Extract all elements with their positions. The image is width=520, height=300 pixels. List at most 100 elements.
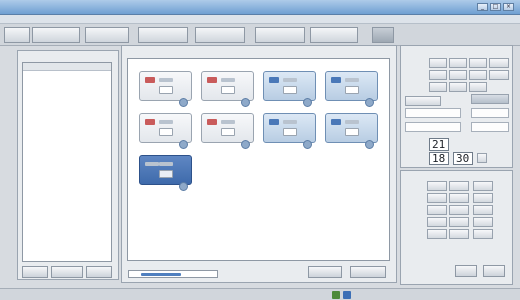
list-header-col-2: [26, 63, 29, 70]
setting-field[interactable]: [471, 122, 509, 132]
maximize-button[interactable]: □: [490, 3, 501, 11]
temperature-value[interactable]: 21: [429, 138, 449, 151]
mode-icon: [159, 78, 173, 82]
fan-icon: [365, 140, 374, 149]
toolbar-button-2[interactable]: [32, 27, 80, 43]
option-button[interactable]: [449, 205, 469, 215]
option-button[interactable]: [427, 181, 447, 191]
toolbar-button-7[interactable]: [310, 27, 358, 43]
setting-field[interactable]: [471, 108, 509, 118]
device-list[interactable]: [22, 62, 112, 262]
unit-reading: [159, 170, 173, 178]
mode-icon: [345, 78, 359, 82]
unit-reading: [221, 128, 235, 136]
option-button[interactable]: [427, 205, 447, 215]
toolbar-button-4[interactable]: [138, 27, 188, 43]
unit-tile[interactable]: [325, 71, 378, 111]
power-indicator-icon: [207, 119, 217, 125]
unit-reading: [159, 86, 173, 94]
option-button[interactable]: [449, 181, 469, 191]
toolbar-toggle-button[interactable]: [372, 27, 394, 43]
mode-icon: [159, 162, 173, 166]
option-button[interactable]: [449, 82, 467, 92]
unit-reading: [221, 86, 235, 94]
option-button[interactable]: [429, 58, 447, 68]
option-button[interactable]: [405, 96, 441, 106]
toolbar-button-6[interactable]: [255, 27, 305, 43]
unit-grid: [127, 58, 390, 261]
window-controls: _ □ ×: [477, 3, 514, 11]
toolbar-button-5[interactable]: [195, 27, 245, 43]
unit-reading: [345, 86, 359, 94]
left-panel-button-2[interactable]: [51, 266, 83, 278]
time-minute-field[interactable]: 30: [453, 152, 473, 165]
control-panel: 21 18 30: [400, 45, 513, 168]
power-indicator-icon: [331, 77, 341, 83]
list-item[interactable]: [23, 71, 111, 78]
option-button[interactable]: [473, 181, 493, 191]
unit-tile-selected[interactable]: [139, 155, 192, 195]
setting-field[interactable]: [405, 108, 461, 118]
unit-tile[interactable]: [201, 113, 254, 153]
option-button[interactable]: [469, 58, 487, 68]
fan-icon: [179, 182, 188, 191]
center-panel-button-2[interactable]: [350, 266, 386, 278]
status-bar: [0, 288, 520, 300]
power-indicator-icon: [207, 77, 217, 83]
title-bar: _ □ ×: [0, 0, 520, 15]
minimize-button[interactable]: _: [477, 3, 488, 11]
toolbar-button-3[interactable]: [85, 27, 129, 43]
option-button[interactable]: [473, 229, 493, 239]
option-button[interactable]: [489, 70, 509, 80]
unit-view-panel: [121, 45, 397, 283]
time-hour-field[interactable]: 18: [429, 152, 449, 165]
unit-tile[interactable]: [139, 71, 192, 111]
device-list-panel: [17, 50, 119, 280]
network-icon: [332, 291, 340, 299]
connection-icon: [343, 291, 351, 299]
settings-panel: [400, 170, 513, 285]
option-button[interactable]: [427, 217, 447, 227]
fan-icon: [241, 140, 250, 149]
toolbar-button-1[interactable]: [4, 27, 30, 43]
option-button[interactable]: [473, 217, 493, 227]
option-button[interactable]: [427, 193, 447, 203]
left-panel-button-3[interactable]: [86, 266, 112, 278]
unit-reading: [283, 86, 297, 94]
toolbar: [0, 24, 520, 46]
option-button[interactable]: [429, 70, 447, 80]
toggle-button[interactable]: [471, 94, 509, 104]
option-button[interactable]: [473, 205, 493, 215]
unit-tile[interactable]: [325, 113, 378, 153]
settings-button-2[interactable]: [483, 265, 505, 277]
center-panel-button-1[interactable]: [308, 266, 342, 278]
unit-tile[interactable]: [139, 113, 192, 153]
time-spin-button[interactable]: [477, 153, 487, 163]
unit-reading: [159, 128, 173, 136]
option-button[interactable]: [473, 193, 493, 203]
unit-reading: [345, 128, 359, 136]
close-button[interactable]: ×: [503, 3, 514, 11]
option-button[interactable]: [449, 70, 467, 80]
fan-icon: [303, 140, 312, 149]
option-button[interactable]: [427, 229, 447, 239]
option-button[interactable]: [449, 229, 469, 239]
unit-tile[interactable]: [201, 71, 254, 111]
power-indicator-icon: [145, 119, 155, 125]
power-indicator-icon: [269, 119, 279, 125]
option-button[interactable]: [449, 58, 467, 68]
settings-button-1[interactable]: [455, 265, 477, 277]
option-button[interactable]: [449, 193, 469, 203]
option-button[interactable]: [429, 82, 447, 92]
option-button[interactable]: [469, 82, 487, 92]
fan-icon: [365, 98, 374, 107]
option-button[interactable]: [489, 58, 509, 68]
setting-field[interactable]: [405, 122, 461, 132]
option-button[interactable]: [449, 217, 469, 227]
left-panel-button-1[interactable]: [22, 266, 48, 278]
unit-tile[interactable]: [263, 113, 316, 153]
unit-tile[interactable]: [263, 71, 316, 111]
mode-icon: [159, 120, 173, 124]
power-indicator-icon: [145, 77, 155, 83]
option-button[interactable]: [469, 70, 487, 80]
